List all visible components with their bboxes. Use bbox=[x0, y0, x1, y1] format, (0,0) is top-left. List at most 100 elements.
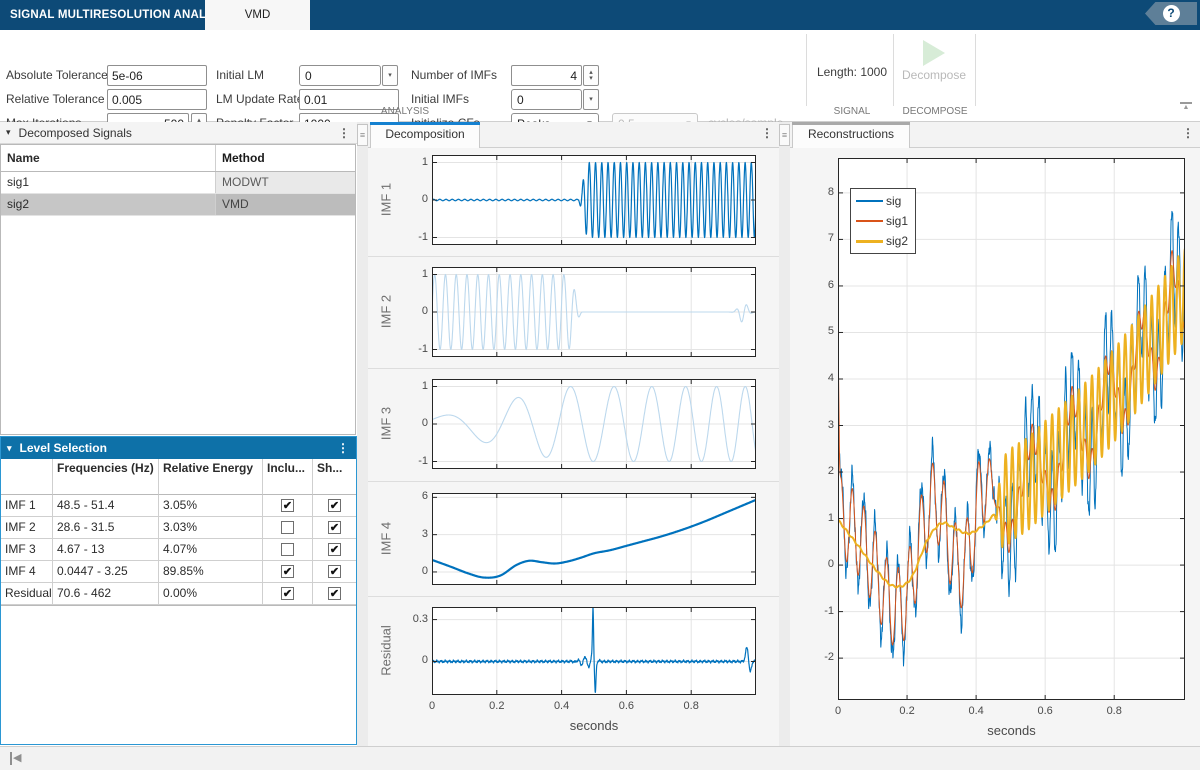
splitter-right[interactable]: ≡ bbox=[779, 122, 790, 746]
kebab-menu-icon[interactable]: ⋮ bbox=[336, 441, 350, 455]
splitter-left[interactable]: ≡ bbox=[357, 122, 368, 746]
level-energy: 0.00% bbox=[159, 583, 263, 605]
show-checkbox[interactable]: ✔ bbox=[328, 499, 341, 512]
collapse-section-icon[interactable]: ▾ bbox=[6, 127, 11, 138]
signal-row-sig2[interactable]: sig2 VMD bbox=[1, 194, 355, 216]
grip-icon[interactable]: ≡ bbox=[779, 124, 790, 146]
tab-decomposition[interactable]: Decomposition bbox=[370, 122, 480, 148]
kebab-menu-icon[interactable]: ⋮ bbox=[761, 126, 773, 140]
include-checkbox[interactable]: ✔ bbox=[281, 499, 294, 512]
include-checkbox[interactable]: ✔ bbox=[281, 565, 294, 578]
y-tick-label: 0 bbox=[388, 305, 428, 317]
decompose-button[interactable]: Decompose bbox=[897, 36, 971, 102]
level-row-imf4[interactable]: IMF 40.0447 - 3.2589.85%✔✔ bbox=[1, 561, 356, 583]
energy-column-header: Relative Energy bbox=[159, 459, 263, 495]
show-cell: ✔ bbox=[313, 495, 356, 517]
x-axis-label: seconds bbox=[554, 718, 634, 733]
signal-name: sig1 bbox=[1, 172, 216, 193]
y-tick-label: 5 bbox=[794, 325, 834, 337]
level-selection-table: Frequencies (Hz) Relative Energy Inclu..… bbox=[1, 459, 356, 606]
level-selection-header[interactable]: ▾ Level Selection ⋮ bbox=[1, 437, 356, 459]
relative-tolerance-label: Relative Tolerance bbox=[6, 89, 105, 109]
level-name: Residual bbox=[1, 583, 53, 605]
show-column-header: Sh... bbox=[313, 459, 356, 495]
level-energy: 3.03% bbox=[159, 517, 263, 539]
include-checkbox[interactable] bbox=[281, 543, 294, 556]
signal-multiresolution-analyzer-app: SIGNAL MULTIRESOLUTION ANALYZER VMD ? Ab… bbox=[0, 0, 1200, 770]
level-row-imf1[interactable]: IMF 148.5 - 51.43.05%✔✔ bbox=[1, 495, 356, 517]
absolute-tolerance-input[interactable] bbox=[107, 65, 207, 86]
legend-line-sample bbox=[856, 240, 883, 243]
tab-reconstructions[interactable]: Reconstructions bbox=[792, 122, 910, 148]
plot-imf3 bbox=[432, 379, 756, 469]
plot-row-label: Residual bbox=[379, 621, 394, 681]
workspace: ▾ Decomposed Signals ⋮ Name Method sig1 … bbox=[0, 122, 1200, 746]
decomposed-signals-header[interactable]: ▾ Decomposed Signals ⋮ bbox=[0, 122, 357, 144]
include-checkbox[interactable]: ✔ bbox=[281, 587, 294, 600]
relative-tolerance-input[interactable] bbox=[107, 89, 207, 110]
initial-lm-combo[interactable]: 0 bbox=[299, 65, 381, 86]
blank-column-header bbox=[1, 459, 53, 495]
legend[interactable]: sig sig1 sig2 bbox=[850, 188, 916, 254]
level-selection-panel: ▾ Level Selection ⋮ Frequencies (Hz) Rel… bbox=[0, 436, 357, 745]
reconstructions-panel: Reconstructions ⋮ -2-101234567800.20.40.… bbox=[790, 122, 1200, 746]
level-row-residual[interactable]: Residual70.6 - 4620.00% ✔ ✔ bbox=[1, 583, 356, 605]
level-name: IMF 1 bbox=[1, 495, 53, 517]
x-tick-label: 0.6 bbox=[1025, 705, 1065, 717]
level-row-imf3[interactable]: IMF 34.67 - 134.07%✔ bbox=[1, 539, 356, 561]
level-name: IMF 3 bbox=[1, 539, 53, 561]
kebab-menu-icon[interactable]: ⋮ bbox=[1182, 126, 1194, 140]
show-cell: ✔ bbox=[313, 561, 356, 583]
help-button[interactable]: ? bbox=[1145, 2, 1197, 25]
status-bar: ◀ bbox=[0, 746, 1200, 770]
toolbar-separator bbox=[893, 34, 894, 106]
plot-separator bbox=[368, 596, 779, 597]
y-tick-label: -2 bbox=[794, 651, 834, 663]
level-frequencies: 70.6 - 462 bbox=[53, 583, 159, 605]
reconstructions-tabbar: Reconstructions ⋮ bbox=[790, 122, 1200, 148]
signal-name: sig2 bbox=[1, 194, 216, 215]
level-name: IMF 2 bbox=[1, 517, 53, 539]
legend-entry-sig2: sig2 bbox=[856, 231, 908, 251]
number-of-imfs-input[interactable] bbox=[511, 65, 582, 86]
signal-row-sig1[interactable]: sig1 MODWT bbox=[1, 172, 355, 194]
signal-method: MODWT bbox=[216, 172, 355, 193]
collapse-toolbar-button[interactable]: ▲ bbox=[1180, 102, 1192, 112]
include-checkbox[interactable] bbox=[281, 521, 294, 534]
initial-imfs-dropdown-arrow[interactable]: ▾ bbox=[583, 89, 599, 110]
plot-row-label: IMF 4 bbox=[379, 509, 394, 569]
tab-vmd[interactable]: VMD bbox=[205, 0, 310, 30]
decomposition-tabbar: Decomposition ⋮ bbox=[368, 122, 779, 148]
collapse-left-icon[interactable]: ◀ bbox=[10, 752, 21, 765]
show-checkbox[interactable]: ✔ bbox=[328, 565, 341, 578]
app-title-tab[interactable]: SIGNAL MULTIRESOLUTION ANALYZER bbox=[10, 0, 237, 30]
y-tick-label: 0 bbox=[388, 565, 428, 577]
collapse-up-icon: ▲ bbox=[1183, 104, 1190, 111]
initial-lm-dropdown-arrow[interactable]: ▾ bbox=[382, 65, 398, 86]
x-tick-label: 0.2 bbox=[887, 705, 927, 717]
include-cell: ✔ bbox=[263, 495, 313, 517]
x-tick-label: 0.8 bbox=[671, 700, 711, 712]
play-icon bbox=[923, 40, 945, 66]
grip-icon[interactable]: ≡ bbox=[357, 124, 368, 146]
x-tick-label: 0 bbox=[412, 700, 452, 712]
show-checkbox[interactable]: ✔ bbox=[328, 543, 341, 556]
show-cell: ✔ bbox=[313, 583, 356, 605]
collapse-section-icon[interactable]: ▾ bbox=[7, 443, 12, 454]
initial-imfs-combo[interactable]: 0 bbox=[511, 89, 582, 110]
include-cell: ✔ bbox=[263, 561, 313, 583]
level-energy: 4.07% bbox=[159, 539, 263, 561]
include-cell bbox=[263, 539, 313, 561]
y-tick-label: -1 bbox=[794, 605, 834, 617]
level-row-imf2[interactable]: IMF 228.6 - 31.53.03%✔ bbox=[1, 517, 356, 539]
plot-imf4 bbox=[432, 493, 756, 585]
show-checkbox[interactable]: ✔ bbox=[328, 587, 341, 600]
kebab-menu-icon[interactable]: ⋮ bbox=[337, 126, 351, 140]
x-tick-label: 0.2 bbox=[477, 700, 517, 712]
number-of-imfs-spinner[interactable]: ▴▾ bbox=[583, 65, 599, 86]
initial-lm-label: Initial LM bbox=[216, 65, 264, 85]
left-panel: ▾ Decomposed Signals ⋮ Name Method sig1 … bbox=[0, 122, 357, 746]
show-checkbox[interactable]: ✔ bbox=[328, 521, 341, 534]
decompose-section-label: DECOMPOSE bbox=[895, 106, 975, 120]
decomposition-panel: Decomposition ⋮ -101IMF 1-101IMF 2-101IM… bbox=[368, 122, 779, 746]
